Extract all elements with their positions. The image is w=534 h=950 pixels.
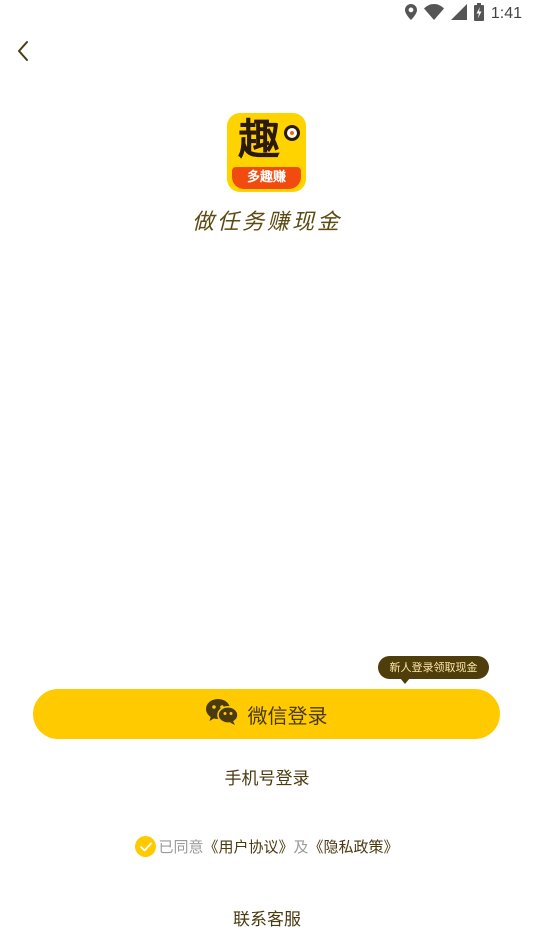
- agreement-row: 已同意 《用户协议》 及 《隐私政策》: [0, 836, 534, 857]
- logo-char: 趣: [237, 115, 280, 164]
- status-bar: 1:41: [0, 0, 534, 28]
- chevron-left-icon: [16, 40, 30, 66]
- agreement-conjunction: 及: [293, 838, 309, 856]
- app-logo: 趣 多趣赚: [227, 113, 306, 192]
- slogan: 做任务赚现金: [191, 210, 342, 235]
- privacy-policy-link[interactable]: 《隐私政策》: [309, 836, 399, 857]
- wifi-icon: [423, 4, 444, 24]
- logo-coin-icon: [284, 125, 300, 141]
- user-agreement-link[interactable]: 《用户协议》: [203, 836, 293, 857]
- phone-login-link[interactable]: 手机号登录: [0, 764, 534, 789]
- signal-icon: [450, 4, 467, 24]
- battery-charging-icon: [473, 3, 484, 25]
- wechat-login-label: 微信登录: [247, 703, 328, 728]
- status-icons: 1:41: [404, 3, 522, 25]
- contact-support-link[interactable]: 联系客服: [0, 905, 534, 930]
- wechat-login-button[interactable]: 微信登录: [33, 689, 500, 739]
- agreement-prefix: 已同意: [158, 838, 204, 856]
- agreement-checkbox[interactable]: [135, 836, 157, 857]
- back-button[interactable]: [8, 38, 38, 68]
- status-time: 1:41: [490, 5, 522, 22]
- new-user-tooltip: 新人登录领取现金: [378, 656, 489, 684]
- location-icon: [404, 4, 417, 24]
- wechat-icon: [205, 699, 239, 729]
- logo-ribbon: 多趣赚: [232, 167, 301, 189]
